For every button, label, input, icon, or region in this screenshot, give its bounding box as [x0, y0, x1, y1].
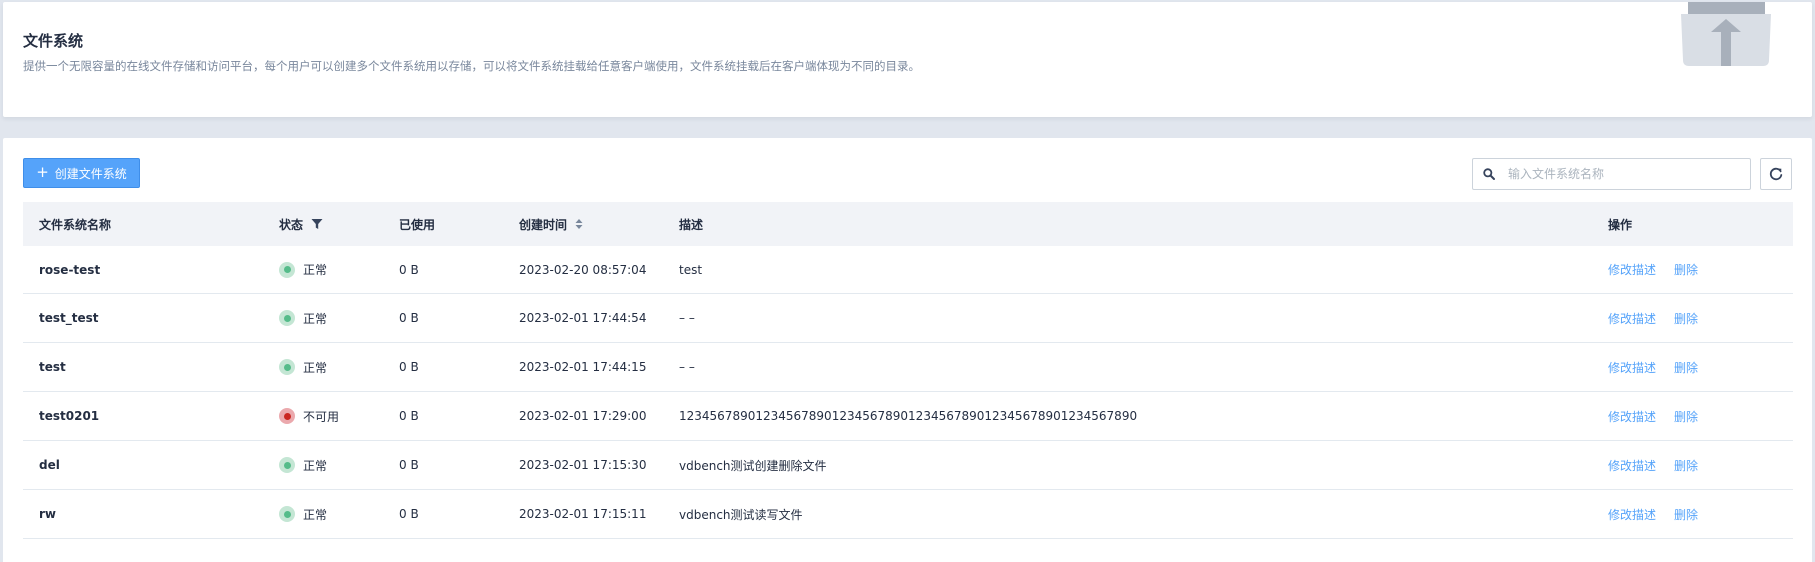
- created-time: 2023-02-01 17:15:11: [503, 489, 663, 539]
- filesystem-name[interactable]: test0201: [23, 391, 263, 441]
- actions-cell: 修改描述 删除: [1592, 246, 1793, 294]
- description-text: – –: [663, 293, 1592, 343]
- edit-description-link[interactable]: 修改描述: [1608, 410, 1656, 424]
- status-cell: 不可用: [263, 391, 383, 441]
- edit-description-link[interactable]: 修改描述: [1608, 508, 1656, 522]
- description-text: vdbench测试读写文件: [663, 489, 1592, 539]
- status-dot-icon: [279, 359, 295, 375]
- status-text: 正常: [303, 263, 328, 277]
- edit-description-link[interactable]: 修改描述: [1608, 361, 1656, 375]
- filesystem-panel: + 创建文件系统 文件系统名称 状态: [3, 138, 1812, 562]
- created-time: 2023-02-01 17:29:00: [503, 391, 663, 441]
- description-text: vdbench测试创建删除文件: [663, 440, 1592, 490]
- filesystem-name[interactable]: test_test: [23, 293, 263, 343]
- status-text: 正常: [303, 458, 328, 473]
- status-dot-icon: [279, 506, 295, 522]
- filesystem-name[interactable]: rw: [23, 489, 263, 539]
- delete-link[interactable]: 删除: [1674, 410, 1698, 424]
- delete-link[interactable]: 删除: [1674, 312, 1698, 326]
- delete-link[interactable]: 删除: [1674, 508, 1698, 522]
- column-header-created-label: 创建时间: [519, 217, 568, 232]
- refresh-button[interactable]: [1760, 158, 1792, 190]
- filesystem-name[interactable]: test: [23, 342, 263, 392]
- filesystem-name[interactable]: rose-test: [23, 246, 263, 294]
- description-text: 1234567890123456789012345678901234567890…: [663, 391, 1592, 441]
- filter-icon[interactable]: [311, 218, 323, 230]
- delete-link[interactable]: 删除: [1674, 459, 1698, 473]
- plus-icon: +: [36, 162, 49, 181]
- status-cell: 正常: [263, 293, 383, 343]
- used-size: 0 B: [383, 293, 503, 343]
- status-dot-icon: [279, 408, 295, 424]
- table-row: test0201 不可用 0 B 2023-02-01 17:29:00 1234567…: [23, 391, 1793, 441]
- status-cell: 正常: [263, 342, 383, 392]
- created-time: 2023-02-01 17:15:30: [503, 440, 663, 490]
- delete-link[interactable]: 删除: [1674, 263, 1698, 277]
- filesystem-name[interactable]: del: [23, 440, 263, 490]
- search-input[interactable]: [1506, 166, 1740, 182]
- status-text: 正常: [303, 311, 328, 326]
- actions-cell: 修改描述 删除: [1592, 440, 1793, 490]
- used-size: 0 B: [383, 342, 503, 392]
- page-description: 提供一个无限容量的在线文件存储和访问平台，每个用户可以创建多个文件系统用以存储，…: [23, 59, 920, 73]
- column-header-actions: 操作: [1608, 217, 1633, 232]
- edit-description-link[interactable]: 修改描述: [1608, 312, 1656, 326]
- delete-link[interactable]: 删除: [1674, 361, 1698, 375]
- description-text: – –: [663, 342, 1592, 392]
- used-size: 0 B: [383, 489, 503, 539]
- actions-cell: 修改描述 删除: [1592, 489, 1793, 539]
- status-cell: 正常: [263, 440, 383, 490]
- created-time: 2023-02-01 17:44:15: [503, 342, 663, 392]
- edit-description-link[interactable]: 修改描述: [1608, 263, 1656, 277]
- table-row: test 正常 0 B 2023-02-01 17:44:15– – 修改描述 删除: [23, 342, 1793, 392]
- edit-description-link[interactable]: 修改描述: [1608, 459, 1656, 473]
- table-row: test_test 正常 0 B 2023-02-01 17:44:54– – 修改描述…: [23, 293, 1793, 343]
- description-text: test: [663, 246, 1592, 294]
- column-header-created[interactable]: 创建时间: [503, 202, 663, 246]
- status-dot-icon: [279, 457, 295, 473]
- used-size: 0 B: [383, 246, 503, 294]
- create-filesystem-button[interactable]: + 创建文件系统: [23, 158, 140, 188]
- actions-cell: 修改描述 删除: [1592, 391, 1793, 441]
- table-row: rose-test 正常 0 B 2023-02-20 08:57:04 test 修改描…: [23, 246, 1793, 294]
- status-dot-icon: [279, 261, 295, 278]
- status-text: 正常: [303, 360, 328, 375]
- filesystem-table: 文件系统名称 状态 已使用 创建时间 描述 操作 rose-test 正常 0 …: [23, 202, 1793, 539]
- actions-cell: 修改描述 删除: [1592, 342, 1793, 392]
- column-header-status[interactable]: 状态: [263, 202, 383, 246]
- column-header-status-label: 状态: [279, 217, 304, 232]
- refresh-icon: [1769, 167, 1783, 181]
- status-dot-icon: [279, 310, 295, 326]
- status-cell: 正常: [263, 246, 383, 294]
- status-text: 不可用: [303, 409, 340, 424]
- used-size: 0 B: [383, 440, 503, 490]
- create-filesystem-label: 创建文件系统: [54, 166, 127, 181]
- column-header-used: 已使用: [399, 217, 436, 232]
- status-cell: 正常: [263, 489, 383, 539]
- sort-icon[interactable]: [575, 218, 583, 230]
- table-row: rw 正常 0 B 2023-02-01 17:15:11 vdbench测试读写文件修…: [23, 489, 1793, 539]
- status-text: 正常: [303, 507, 328, 522]
- search-icon: [1483, 168, 1495, 180]
- column-header-name: 文件系统名称: [39, 217, 112, 232]
- page-title: 文件系统: [23, 32, 84, 50]
- folder-upload-icon: [1681, 2, 1771, 66]
- created-time: 2023-02-20 08:57:04: [503, 246, 663, 294]
- table-header-row: 文件系统名称 状态 已使用 创建时间 描述 操作: [23, 202, 1793, 246]
- table-row: del 正常 0 B 2023-02-01 17:15:30 vdbench测试创建删除…: [23, 440, 1793, 490]
- column-header-description: 描述: [679, 217, 704, 232]
- created-time: 2023-02-01 17:44:54: [503, 293, 663, 343]
- actions-cell: 修改描述 删除: [1592, 293, 1793, 343]
- search-box: [1472, 158, 1751, 190]
- used-size: 0 B: [383, 391, 503, 441]
- page-banner: 文件系统 提供一个无限容量的在线文件存储和访问平台，每个用户可以创建多个文件系统…: [3, 2, 1812, 117]
